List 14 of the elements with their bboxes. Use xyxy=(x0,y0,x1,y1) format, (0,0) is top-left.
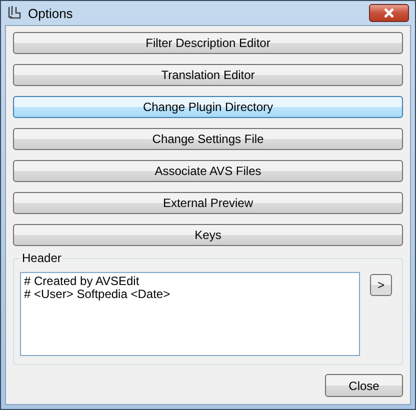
app-icon xyxy=(7,5,23,21)
option-button[interactable]: Filter Description Editor xyxy=(13,32,403,54)
window-title: Options xyxy=(28,6,74,20)
option-button[interactable]: Change Plugin Directory xyxy=(13,96,403,118)
group-label: Header xyxy=(20,251,64,265)
option-button[interactable]: Keys xyxy=(13,224,403,246)
close-icon[interactable] xyxy=(369,4,409,22)
option-button[interactable]: Translation Editor xyxy=(13,64,403,86)
expand-button[interactable]: > xyxy=(370,274,392,296)
option-button[interactable]: Change Settings File xyxy=(13,128,403,150)
option-button[interactable]: Associate AVS Files xyxy=(13,160,403,182)
close-button[interactable]: Close xyxy=(325,374,403,397)
option-button[interactable]: External Preview xyxy=(13,192,403,214)
header-text-field[interactable]: # Created by AVSEdit # <User> Softpedia <Date> xyxy=(20,272,360,356)
